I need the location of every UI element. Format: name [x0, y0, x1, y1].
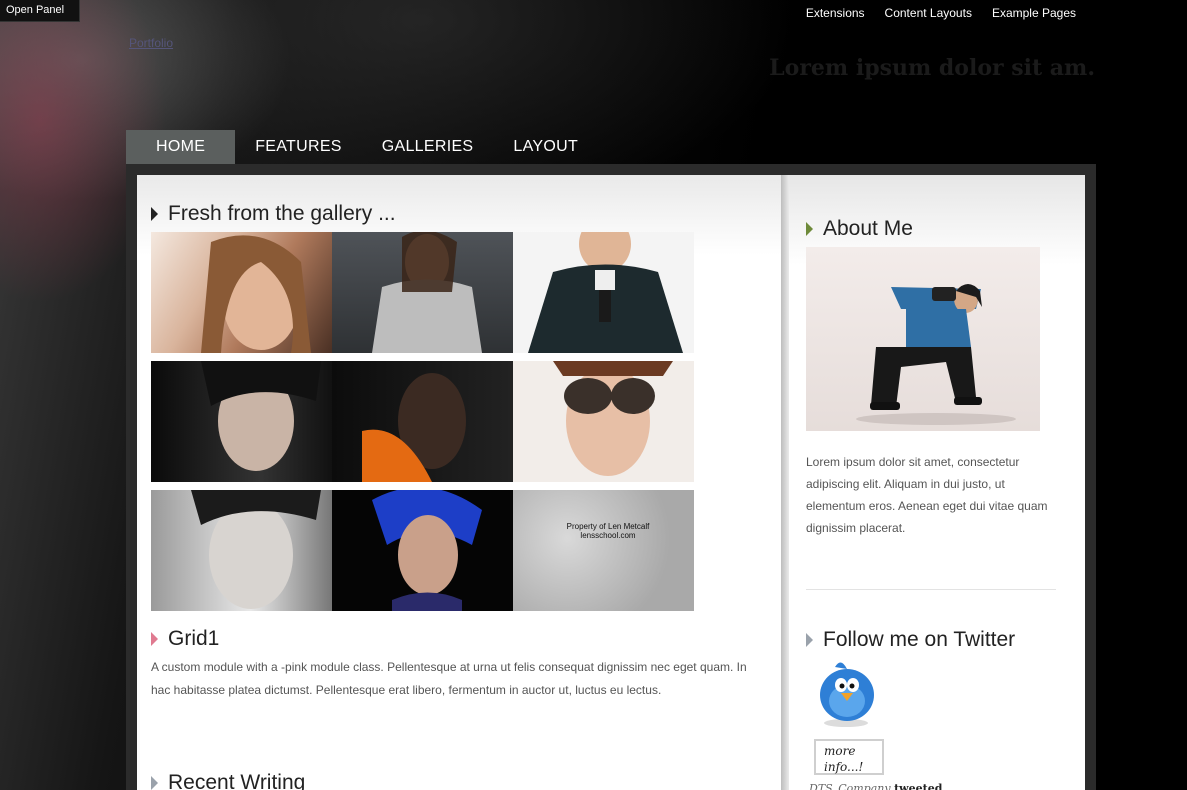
gallery-thumb[interactable]	[332, 232, 513, 353]
twitter-heading: Follow me on Twitter	[806, 628, 1015, 652]
tweet-verb: tweeted	[894, 782, 943, 790]
twitter-bird-icon[interactable]	[813, 655, 879, 729]
nav-item-layout[interactable]: Layout	[493, 130, 598, 164]
gallery-thumb[interactable]	[151, 490, 332, 611]
about-photo	[806, 247, 1040, 431]
heading-arrow-icon	[806, 633, 813, 647]
gallery-thumb[interactable]	[151, 232, 332, 353]
portrait-photo-icon	[362, 373, 466, 482]
top-link-example-pages[interactable]: Example Pages	[992, 6, 1076, 20]
photo-watermark: Property of Len Metcalf lensschool.com	[566, 522, 650, 540]
gallery-thumb[interactable]	[332, 361, 513, 482]
top-link-extensions[interactable]: Extensions	[806, 6, 865, 20]
twitter-title: Follow me on Twitter	[823, 628, 1016, 651]
tweet-user[interactable]: DTS_Company	[809, 782, 891, 790]
gallery-title: Fresh from the gallery ...	[168, 202, 396, 225]
heading-arrow-icon	[151, 207, 158, 221]
portrait-photo-icon	[372, 232, 482, 353]
recent-title: Recent Writing	[168, 771, 306, 790]
sidebar-separator	[806, 589, 1056, 590]
about-heading: About Me	[806, 217, 913, 241]
nav-item-galleries[interactable]: Galleries	[362, 130, 494, 164]
column-divider	[781, 175, 789, 790]
recent-heading: Recent Writing	[151, 771, 305, 790]
portrait-photo-icon	[191, 490, 321, 609]
nav-item-features[interactable]: Features	[235, 130, 362, 164]
main-nav: Home Features Galleries Layout	[126, 130, 598, 164]
grid-title: Grid1	[168, 627, 220, 650]
open-panel-button[interactable]: Open Panel	[0, 0, 80, 22]
photo-gallery: Property of Len Metcalf lensschool.com	[151, 232, 694, 611]
top-links: Extensions Content Layouts Example Pages	[806, 6, 1076, 20]
heading-arrow-icon	[151, 776, 158, 790]
top-link-content-layouts[interactable]: Content Layouts	[885, 6, 972, 20]
about-title: About Me	[823, 217, 913, 240]
about-description: Lorem ipsum dolor sit amet, consectetur …	[806, 455, 1048, 535]
gallery-heading: Fresh from the gallery ...	[151, 202, 396, 226]
gallery-thumb[interactable]	[513, 361, 694, 482]
photographer-photo-icon	[856, 284, 1016, 425]
portrait-photo-icon	[372, 490, 482, 611]
tweet-line: DTS_Company tweeted	[809, 782, 942, 790]
portrait-photo-icon	[201, 361, 321, 471]
sidebar: About Me Lorem ipsum dolor sit amet, con…	[789, 175, 1085, 790]
gallery-thumb[interactable]: Property of Len Metcalf lensschool.com	[513, 490, 694, 611]
gallery-thumb[interactable]	[151, 361, 332, 482]
gallery-thumb[interactable]	[332, 490, 513, 611]
grid-heading: Grid1	[151, 627, 219, 651]
nav-item-home[interactable]: Home	[126, 130, 236, 164]
more-info-button[interactable]: more info...!	[814, 739, 884, 775]
heading-arrow-icon	[151, 632, 158, 646]
portfolio-link[interactable]: Portfolio	[129, 36, 173, 50]
portrait-photo-icon	[528, 232, 683, 353]
site-tagline: Lorem ipsum dolor sit am.	[769, 55, 1095, 81]
heading-arrow-icon	[806, 222, 813, 236]
grid-description: A custom module with a -pink module clas…	[151, 660, 747, 697]
portrait-photo-icon	[553, 361, 673, 476]
gallery-thumb[interactable]	[513, 232, 694, 353]
main-content: Fresh from the gallery ... Property of L…	[137, 175, 781, 790]
portrait-photo-icon	[201, 235, 311, 353]
